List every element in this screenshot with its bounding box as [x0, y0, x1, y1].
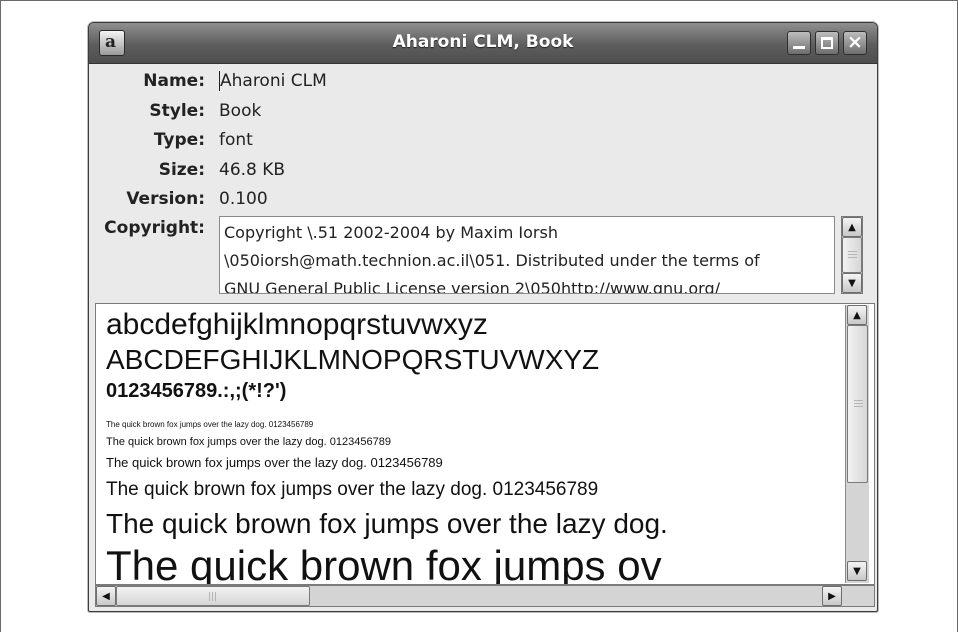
arrow-down-icon: ▼ [848, 277, 856, 289]
title-bar[interactable]: a Aharoni CLM, Book × [89, 23, 877, 64]
copyright-scrollbar[interactable]: ▲ ▼ [841, 216, 863, 294]
arrow-left-icon: ◀ [102, 590, 110, 602]
name-label: Name: [143, 71, 205, 91]
type-value[interactable]: font [219, 130, 253, 150]
copyright-text-area[interactable]: Copyright \.51 2002-2004 by Maxim Iorsh … [219, 216, 835, 294]
preview-sample-24: The quick brown fox jumps over the lazy … [106, 508, 668, 539]
style-value[interactable]: Book [219, 101, 261, 121]
property-row-size: Size: 46.8 KB [89, 160, 877, 184]
name-value[interactable]: Aharoni CLM [219, 71, 327, 91]
scroll-left-button[interactable]: ◀ [96, 586, 116, 606]
preview-sample-12: The quick brown fox jumps over the lazy … [106, 455, 443, 470]
maximize-icon [821, 37, 833, 49]
arrow-down-icon: ▼ [853, 565, 861, 577]
preview-sample-18: The quick brown fox jumps over the lazy … [106, 479, 599, 500]
copyright-line: Copyright \.51 2002-2004 by Maxim Iorsh [224, 223, 558, 242]
window-title: Aharoni CLM, Book [392, 32, 574, 52]
type-label: Type: [153, 130, 205, 150]
version-value[interactable]: 0.100 [219, 189, 268, 209]
minimize-icon [793, 46, 805, 49]
property-row-type: Type: font [89, 130, 877, 154]
property-row-name: Name: Aharoni CLM [89, 71, 877, 95]
scroll-thumb[interactable] [842, 237, 862, 273]
size-value[interactable]: 46.8 KB [219, 160, 285, 180]
font-viewer-window: a Aharoni CLM, Book × Name: Aharoni CLM … [88, 22, 878, 612]
preview-vertical-scrollbar[interactable]: ▲ ▼ [845, 305, 869, 583]
font-preview-area[interactable]: abcdefghijklmnopqrstuvwxyz ABCDEFGHIJKLM… [95, 303, 875, 585]
copyright-line: \050iorsh@math.technion.ac.il\051. Distr… [224, 251, 760, 270]
scroll-down-button[interactable]: ▼ [847, 561, 867, 581]
maximize-button[interactable] [815, 31, 839, 55]
close-icon: × [847, 31, 863, 53]
minimize-button[interactable] [787, 31, 811, 55]
scroll-up-button[interactable]: ▲ [842, 217, 862, 237]
preview-sample-10: The quick brown fox jumps over the lazy … [106, 436, 391, 448]
copyright-line: GNU General Public License version 2\050… [224, 279, 720, 294]
preview-sample-36: The quick brown fox jumps ov [106, 542, 662, 585]
scroll-up-button[interactable]: ▲ [847, 305, 867, 325]
arrow-up-icon: ▲ [848, 221, 856, 233]
style-label: Style: [149, 101, 205, 121]
property-row-style: Style: Book [89, 101, 877, 125]
arrow-up-icon: ▲ [853, 309, 861, 321]
scroll-thumb[interactable] [116, 586, 310, 606]
preview-uppercase: ABCDEFGHIJKLMNOPQRSTUVWXYZ [106, 344, 600, 375]
preview-sample-8: The quick brown fox jumps over the lazy … [106, 420, 314, 429]
preview-lowercase: abcdefghijklmnopqrstuvwxyz [106, 308, 488, 341]
arrow-right-icon: ▶ [828, 590, 836, 602]
scroll-down-button[interactable]: ▼ [842, 273, 862, 293]
close-button[interactable]: × [843, 31, 867, 55]
scroll-right-button[interactable]: ▶ [822, 586, 842, 606]
preview-digits: 0123456789.:,;(*!?') [106, 380, 287, 402]
size-label: Size: [158, 160, 205, 180]
preview-horizontal-scrollbar[interactable]: ◀ ▶ [95, 585, 875, 607]
version-label: Version: [126, 189, 205, 209]
property-row-version: Version: 0.100 [89, 189, 877, 213]
copyright-label: Copyright: [104, 218, 205, 238]
scroll-thumb[interactable] [847, 325, 868, 483]
